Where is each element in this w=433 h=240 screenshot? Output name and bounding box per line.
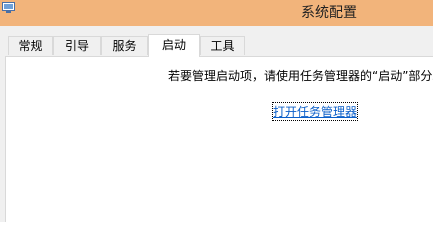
open-task-manager-link[interactable]: 打开任务管理器 <box>271 102 359 121</box>
tab-services[interactable]: 服务 <box>101 36 148 55</box>
tab-general[interactable]: 常规 <box>8 36 53 55</box>
startup-info-message: 若要管理启动项，请使用任务管理器的“启动”部分。 <box>168 69 433 83</box>
window-title: 系统配置 <box>301 5 357 21</box>
system-config-icon <box>2 2 15 13</box>
tab-startup[interactable]: 启动 <box>148 34 200 57</box>
tab-boot[interactable]: 引导 <box>53 36 101 55</box>
tab-tools[interactable]: 工具 <box>200 36 245 55</box>
startup-tab-panel: 若要管理启动项，请使用任务管理器的“启动”部分。 打开任务管理器 <box>5 56 433 222</box>
tab-strip: 常规 引导 服务 启动 工具 <box>0 26 433 57</box>
system-config-window: 系统配置 常规 引导 服务 启动 工具 若要管理启动项，请使用任务管理器的“启动… <box>0 0 433 222</box>
title-bar[interactable]: 系统配置 <box>0 0 433 26</box>
